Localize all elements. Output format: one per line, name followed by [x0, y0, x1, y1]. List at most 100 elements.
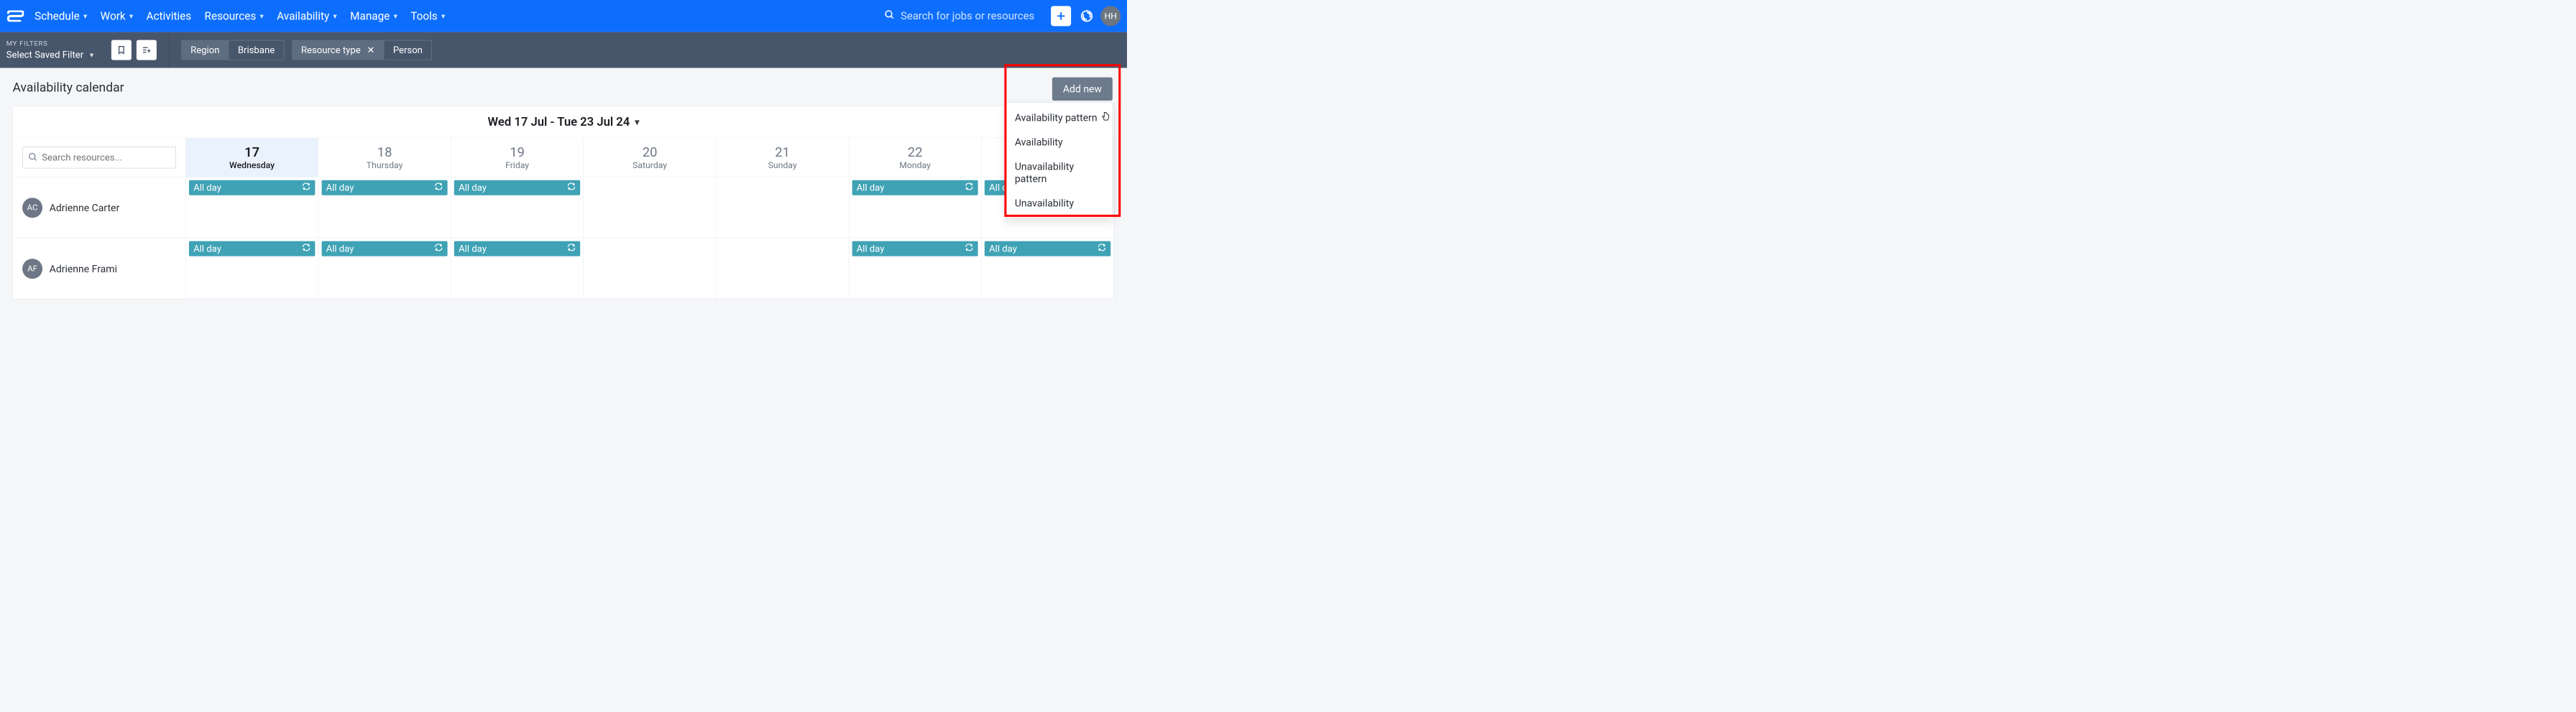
allday-chip[interactable]: All day	[189, 180, 315, 195]
repeat-icon	[302, 243, 310, 254]
day-header[interactable]: 21Sunday	[717, 138, 849, 177]
calendar-cell[interactable]: All day	[849, 177, 981, 238]
date-range[interactable]: Wed 17 Jul - Tue 23 Jul 24 ▾	[488, 115, 640, 129]
day-header[interactable]: 17Wednesday	[186, 138, 318, 177]
my-filters[interactable]: MY FILTERS Select Saved Filter ▾	[6, 40, 104, 60]
allday-chip[interactable]: All day	[321, 180, 447, 195]
calendar-cell[interactable]	[717, 238, 849, 299]
create-button[interactable]	[1051, 6, 1071, 26]
calendar-cell[interactable]: All day	[318, 238, 451, 299]
calendar-cell[interactable]: All day	[982, 238, 1114, 299]
day-number: 20	[643, 144, 658, 159]
my-filters-label: MY FILTERS	[6, 40, 104, 47]
content: Availability calendar Add new Availabili…	[0, 68, 1127, 312]
allday-chip[interactable]: All day	[454, 241, 580, 256]
calendar-cell[interactable]: All day	[451, 177, 584, 238]
chevron-down-icon: ▾	[333, 11, 336, 20]
page-title: Availability calendar	[13, 80, 1115, 95]
nav-resources[interactable]: Resources▾	[205, 9, 264, 22]
repeat-icon	[567, 182, 576, 193]
calendar-cell[interactable]	[584, 238, 716, 299]
allday-chip[interactable]: All day	[454, 180, 580, 195]
divider	[169, 32, 170, 68]
allday-chip[interactable]: All day	[985, 241, 1110, 256]
day-name: Monday	[899, 159, 931, 170]
nav-availability[interactable]: Availability▾	[277, 9, 337, 22]
filter-toolbar	[111, 40, 157, 60]
calendar-card: Wed 17 Jul - Tue 23 Jul 24 ▾ To	[13, 106, 1115, 300]
bookmark-button[interactable]	[111, 40, 132, 60]
chevron-down-icon: ▾	[83, 11, 87, 20]
dropdown-availability-pattern[interactable]: Availability pattern	[1006, 106, 1113, 130]
day-header[interactable]: 18Thursday	[318, 138, 451, 177]
close-icon[interactable]: ✕	[367, 45, 374, 55]
allday-chip[interactable]: All day	[852, 180, 978, 195]
filter-chip-region[interactable]: Region Brisbane	[181, 40, 284, 60]
calendar-cell[interactable]: All day	[186, 238, 318, 299]
sync-icon[interactable]	[1080, 9, 1093, 23]
calendar-cell[interactable]: All day	[186, 177, 318, 238]
chevron-down-icon: ▾	[441, 11, 445, 20]
chevron-down-icon: ▾	[90, 50, 93, 59]
day-number: 21	[775, 144, 790, 159]
repeat-icon	[434, 182, 443, 193]
calendar-grid: AC Adrienne Carter AF Adrienne Frami 17W…	[13, 138, 1114, 300]
calendar-cell[interactable]: All day	[318, 177, 451, 238]
day-header[interactable]: 20Saturday	[584, 138, 716, 177]
resource-row[interactable]: AC Adrienne Carter	[13, 177, 185, 239]
allday-chip[interactable]: All day	[189, 241, 315, 256]
day-number: 19	[510, 144, 525, 159]
day-name: Saturday	[632, 159, 667, 170]
day-name: Wednesday	[229, 159, 275, 170]
day-column: 22Monday All day All day	[849, 138, 982, 299]
repeat-icon	[965, 182, 973, 193]
add-new-wrap: Add new Availability pattern Availabilit…	[1052, 78, 1113, 101]
chip-key: Resource type ✕	[292, 40, 385, 60]
resource-search-input[interactable]	[22, 147, 176, 169]
resources-column: AC Adrienne Carter AF Adrienne Frami	[13, 138, 186, 299]
day-number: 17	[244, 144, 259, 159]
add-filter-button[interactable]	[137, 40, 157, 60]
day-number: 22	[908, 144, 923, 159]
calendar-cell[interactable]: All day	[451, 238, 584, 299]
allday-chip[interactable]: All day	[321, 241, 447, 256]
resource-name: Adrienne Frami	[50, 263, 117, 275]
nav-tools[interactable]: Tools▾	[410, 9, 445, 22]
global-search[interactable]: Search for jobs or resources	[884, 9, 1041, 23]
day-header[interactable]: 22Monday	[849, 138, 981, 177]
nav-work[interactable]: Work▾	[101, 9, 134, 22]
user-avatar[interactable]: HH	[1100, 6, 1121, 26]
chevron-down-icon: ▾	[635, 117, 639, 127]
date-range-bar: Wed 17 Jul - Tue 23 Jul 24 ▾ To	[13, 106, 1114, 138]
calendar-cell[interactable]	[584, 177, 716, 238]
day-number: 18	[377, 144, 392, 159]
search-placeholder: Search for jobs or resources	[901, 10, 1034, 23]
day-header[interactable]: 19Friday	[451, 138, 584, 177]
nav-activities[interactable]: Activities	[147, 9, 192, 22]
saved-filter-select[interactable]: Select Saved Filter ▾	[6, 50, 104, 60]
day-name: Sunday	[768, 159, 797, 170]
resource-name: Adrienne Carter	[50, 202, 120, 214]
chevron-down-icon: ▾	[129, 11, 133, 20]
resource-row[interactable]: AF Adrienne Frami	[13, 239, 185, 300]
chip-value[interactable]: Brisbane	[229, 40, 285, 60]
dropdown-unavailability[interactable]: Unavailability	[1006, 191, 1113, 216]
day-columns: 17WednesdayAll dayAll day18ThursdayAll d…	[186, 138, 1115, 299]
nav-items: Schedule▾ Work▾ Activities Resources▾ Av…	[34, 9, 445, 22]
chip-value[interactable]: Person	[385, 40, 432, 60]
calendar-cell[interactable]	[717, 177, 849, 238]
repeat-icon	[965, 243, 973, 254]
allday-chip[interactable]: All day	[852, 241, 978, 256]
logo[interactable]	[6, 10, 29, 23]
dropdown-availability[interactable]: Availability	[1006, 130, 1113, 154]
day-name: Friday	[505, 159, 529, 170]
dropdown-unavailability-pattern[interactable]: Unavailability pattern	[1006, 154, 1113, 191]
nav-manage[interactable]: Manage▾	[350, 9, 397, 22]
filter-chip-resource-type[interactable]: Resource type ✕ Person	[292, 40, 432, 60]
chevron-down-icon: ▾	[260, 11, 264, 20]
chip-key: Region	[181, 40, 229, 60]
calendar-cell[interactable]: All day	[849, 238, 981, 299]
add-new-button[interactable]: Add new	[1052, 78, 1113, 101]
nav-schedule[interactable]: Schedule▾	[34, 9, 87, 22]
avatar: AC	[22, 198, 42, 218]
